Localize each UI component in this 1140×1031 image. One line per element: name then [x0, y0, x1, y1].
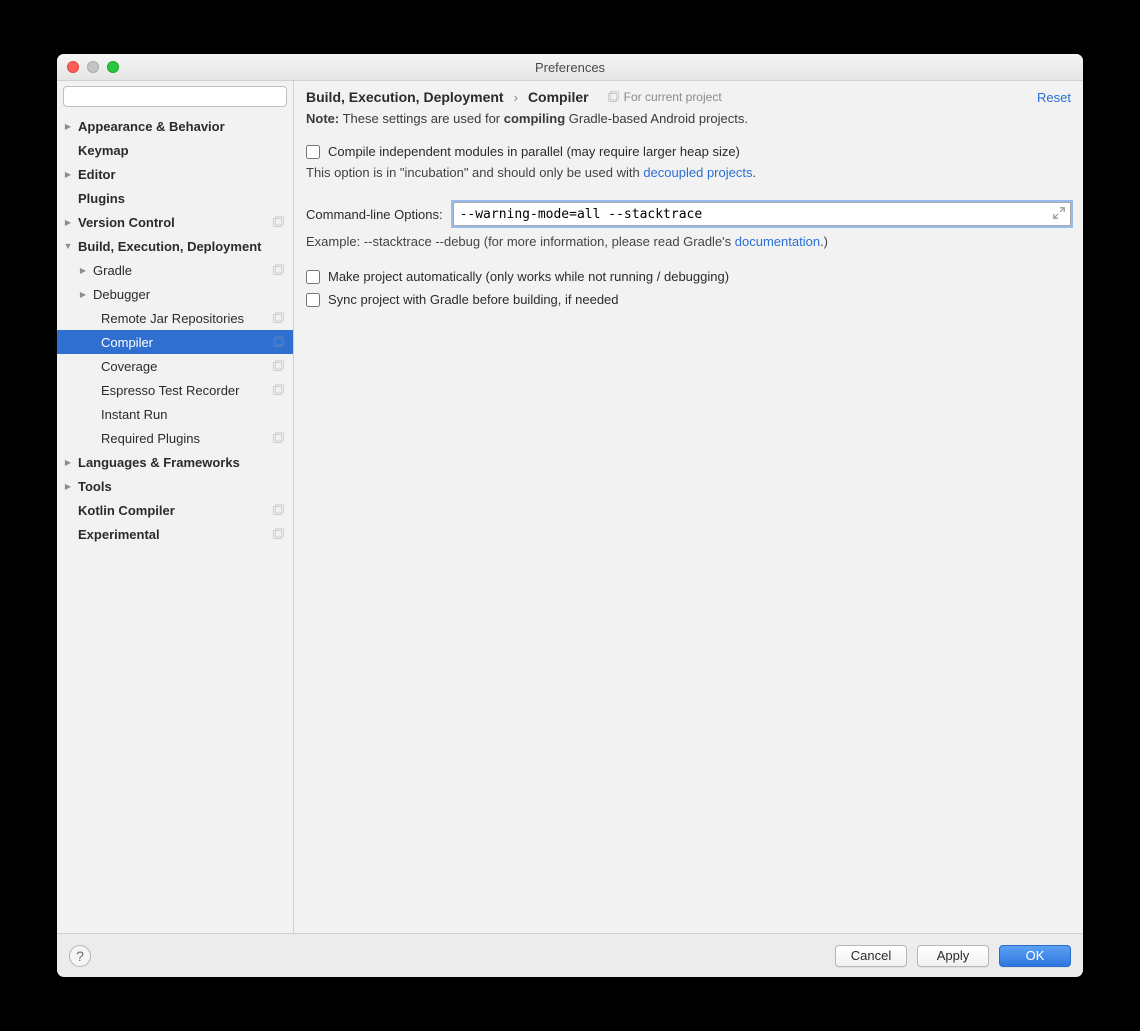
search-input[interactable] — [63, 86, 287, 107]
tree-item-label: Build, Execution, Deployment — [74, 239, 285, 254]
sidebar: Appearance & Behavior Keymap Editor Plugins… — [57, 81, 294, 933]
tree-item-label: Version Control — [74, 215, 268, 230]
project-scope-icon — [272, 312, 285, 325]
tree-item-label: Compiler — [97, 335, 268, 350]
disclosure-icon[interactable] — [62, 169, 74, 180]
project-scope-icon — [272, 360, 285, 373]
tree-item[interactable]: Tools — [57, 474, 293, 498]
disclosure-icon[interactable] — [77, 265, 89, 276]
tree-item[interactable]: Build, Execution, Deployment — [57, 234, 293, 258]
sync-gradle-label: Sync project with Gradle before building… — [328, 292, 619, 307]
tree-item[interactable]: Languages & Frameworks — [57, 450, 293, 474]
disclosure-icon[interactable] — [62, 241, 74, 252]
sync-gradle-checkbox[interactable] — [306, 293, 320, 307]
project-scope-icon — [272, 528, 285, 541]
decoupled-projects-link[interactable]: decoupled projects — [643, 165, 752, 180]
cmd-example-text: Example: --stacktrace --debug (for more … — [306, 228, 1071, 265]
tree-item[interactable]: Editor — [57, 162, 293, 186]
tree-item-label: Debugger — [89, 287, 285, 302]
crumb-root: Build, Execution, Deployment — [306, 89, 504, 105]
project-scope-icon — [272, 432, 285, 445]
tree-item-label: Espresso Test Recorder — [97, 383, 268, 398]
preferences-window: Preferences Appearance & Behavior Keymap E… — [57, 54, 1083, 977]
content-pane: Build, Execution, Deployment › Compiler … — [294, 81, 1083, 933]
expand-icon[interactable] — [1052, 206, 1066, 220]
apply-button[interactable]: Apply — [917, 945, 989, 967]
tree-item[interactable]: Version Control — [57, 210, 293, 234]
auto-make-label: Make project automatically (only works w… — [328, 269, 729, 284]
tree-item-label: Plugins — [74, 191, 285, 206]
note-text: Note: These settings are used for compil… — [294, 111, 1083, 140]
settings-tree: Appearance & Behavior Keymap Editor Plugins… — [57, 112, 293, 933]
tree-item[interactable]: Appearance & Behavior — [57, 114, 293, 138]
disclosure-icon[interactable] — [62, 121, 74, 132]
project-scope-icon — [272, 504, 285, 517]
cmd-options-label: Command-line Options: — [306, 207, 443, 222]
tree-item[interactable]: Espresso Test Recorder — [57, 378, 293, 402]
dialog-footer: ? Cancel Apply OK — [57, 933, 1083, 977]
project-scope-icon — [272, 336, 285, 349]
tree-item[interactable]: Instant Run — [57, 402, 293, 426]
tree-item[interactable]: Remote Jar Repositories — [57, 306, 293, 330]
tree-item-label: Kotlin Compiler — [74, 503, 268, 518]
disclosure-icon[interactable] — [77, 289, 89, 300]
auto-make-checkbox[interactable] — [306, 270, 320, 284]
parallel-checkbox[interactable] — [306, 145, 320, 159]
tree-item-label: Instant Run — [97, 407, 285, 422]
project-scope-icon — [272, 264, 285, 277]
tree-item[interactable]: Compiler — [57, 330, 293, 354]
tree-item-label: Languages & Frameworks — [74, 455, 285, 470]
tree-item[interactable]: Debugger — [57, 282, 293, 306]
disclosure-icon[interactable] — [62, 217, 74, 228]
chevron-right-icon: › — [514, 90, 518, 105]
ok-button[interactable]: OK — [999, 945, 1071, 967]
parallel-label: Compile independent modules in parallel … — [328, 144, 740, 159]
reset-button[interactable]: Reset — [1037, 90, 1071, 105]
tree-item-label: Experimental — [74, 527, 268, 542]
disclosure-icon[interactable] — [62, 457, 74, 468]
cancel-button[interactable]: Cancel — [835, 945, 907, 967]
parallel-subtext: This option is in "incubation" and shoul… — [306, 163, 1071, 194]
cmd-options-input[interactable] — [453, 202, 1071, 226]
tree-item-label: Appearance & Behavior — [74, 119, 285, 134]
crumb-current: Compiler — [528, 89, 589, 105]
tree-item[interactable]: Coverage — [57, 354, 293, 378]
disclosure-icon[interactable] — [62, 481, 74, 492]
tree-item-label: Editor — [74, 167, 285, 182]
project-scope-icon — [272, 216, 285, 229]
gradle-docs-link[interactable]: documentation — [735, 234, 820, 249]
tree-item[interactable]: Experimental — [57, 522, 293, 546]
tree-item[interactable]: Keymap — [57, 138, 293, 162]
titlebar: Preferences — [57, 54, 1083, 81]
for-current-project-hint: For current project — [607, 90, 722, 104]
tree-item-label: Remote Jar Repositories — [97, 311, 268, 326]
tree-item[interactable]: Kotlin Compiler — [57, 498, 293, 522]
tree-item-label: Required Plugins — [97, 431, 268, 446]
help-button[interactable]: ? — [69, 945, 91, 967]
tree-item[interactable]: Gradle — [57, 258, 293, 282]
tree-item-label: Gradle — [89, 263, 268, 278]
tree-item-label: Tools — [74, 479, 285, 494]
tree-item-label: Keymap — [74, 143, 285, 158]
project-scope-icon — [272, 384, 285, 397]
tree-item[interactable]: Required Plugins — [57, 426, 293, 450]
breadcrumb: Build, Execution, Deployment › Compiler … — [294, 81, 1083, 111]
window-title: Preferences — [57, 60, 1083, 75]
tree-item[interactable]: Plugins — [57, 186, 293, 210]
tree-item-label: Coverage — [97, 359, 268, 374]
